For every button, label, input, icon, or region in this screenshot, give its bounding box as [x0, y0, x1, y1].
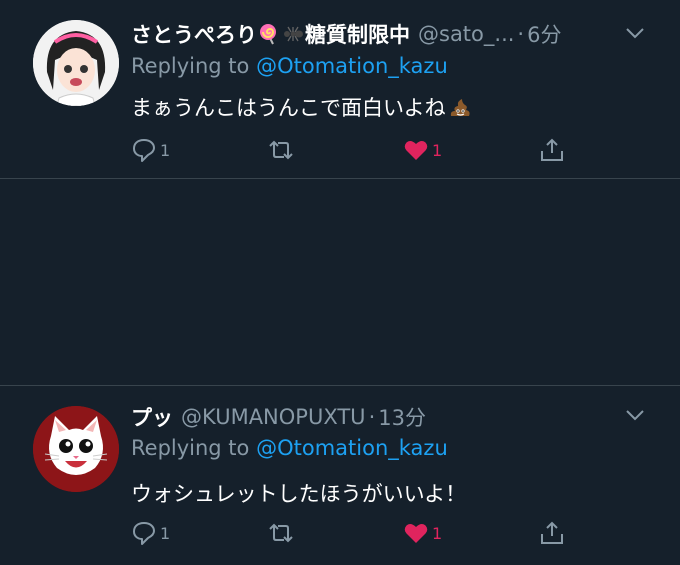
reply-button[interactable]: 1 [131, 519, 170, 547]
lollipop-icon [260, 24, 276, 45]
tweet-text: まぁうんこはうんこで面白いよね [131, 92, 473, 122]
mention-link[interactable]: @Otomation_kazu [256, 436, 448, 460]
chevron-down-icon[interactable] [624, 408, 646, 422]
tweet-text-content: まぁうんこはうんこで面白いよね [131, 96, 446, 120]
replying-prefix: Replying to [131, 54, 250, 78]
share-button[interactable] [539, 136, 565, 164]
display-name[interactable]: プッ [131, 402, 173, 432]
share-icon [541, 138, 563, 161]
empty-timeline-area [0, 179, 680, 385]
handle[interactable]: @sato_... [418, 22, 514, 46]
replying-prefix: Replying to [131, 436, 250, 460]
share-button[interactable] [539, 519, 565, 547]
tweet-actions: 1 1 [131, 519, 571, 547]
heart-icon [404, 524, 428, 543]
avatar-anime-girl-icon [33, 20, 119, 106]
reply-icon [133, 139, 155, 162]
avatar-cat-icon [33, 406, 119, 492]
reply-count: 1 [160, 140, 171, 160]
tweet-actions: 1 1 [131, 136, 571, 164]
avatar[interactable] [33, 20, 119, 106]
tweet[interactable]: プッ @KUMANOPUXTU · 13分 Replying to @Otoma… [0, 386, 680, 565]
timestamp[interactable]: 13分 [378, 402, 426, 432]
retweet-button[interactable] [267, 519, 298, 547]
handle[interactable]: @KUMANOPUXTU [181, 405, 366, 429]
replying-to: Replying to @Otomation_kazu [131, 54, 448, 78]
like-count: 1 [432, 140, 443, 160]
heart-icon [404, 141, 428, 160]
retweet-icon [269, 140, 293, 160]
ant-icon [284, 26, 303, 42]
like-count: 1 [432, 523, 443, 543]
timestamp[interactable]: 6分 [527, 19, 561, 49]
separator-dot: · [517, 22, 525, 46]
reply-count: 1 [160, 523, 171, 543]
like-button[interactable]: 1 [403, 136, 442, 164]
like-button[interactable]: 1 [403, 519, 442, 547]
tweet-text: ウォシュレットしたほうがいいよ！ [131, 478, 466, 508]
reply-button[interactable]: 1 [131, 136, 170, 164]
replying-to: Replying to @Otomation_kazu [131, 436, 448, 460]
mention-link[interactable]: @Otomation_kazu [256, 54, 448, 78]
display-name[interactable]: さとうぺろり [131, 19, 257, 49]
display-name-suffix: 糖質制限中 [305, 23, 410, 47]
retweet-icon [269, 523, 293, 543]
chevron-down-icon[interactable] [624, 26, 646, 40]
separator-dot: · [368, 405, 376, 429]
tweet[interactable]: さとうぺろり 糖質制限中 @sato_... · 6分 Replying to … [0, 0, 680, 178]
poop-icon [450, 99, 470, 116]
retweet-button[interactable] [267, 136, 298, 164]
share-icon [541, 521, 563, 544]
reply-icon [133, 522, 155, 545]
avatar[interactable] [33, 406, 119, 492]
tweet-text-content: ウォシュレットしたほうがいいよ！ [131, 482, 467, 506]
